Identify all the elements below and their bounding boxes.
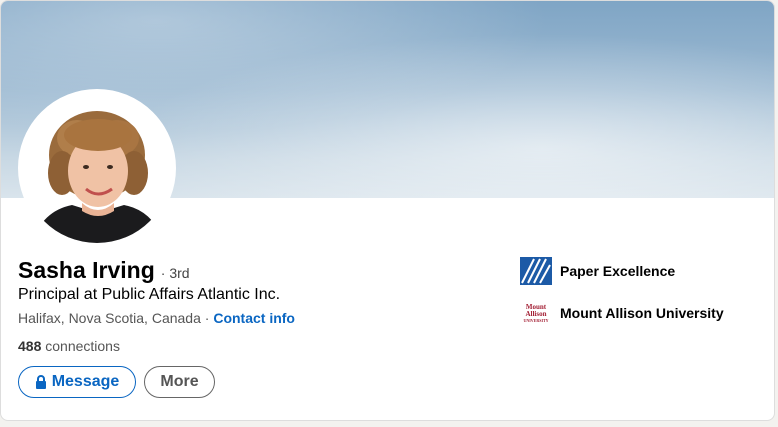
profile-card: Sasha Irving · 3rd Principal at Public A… (0, 0, 775, 421)
connections-label: connections (45, 338, 120, 354)
logo-text-line: UNIVERSITY (523, 317, 549, 323)
experience-name: Paper Excellence (560, 263, 676, 279)
name-row: Sasha Irving · 3rd (18, 257, 190, 284)
separator-dot: · (204, 310, 210, 326)
more-button[interactable]: More (144, 366, 215, 398)
message-label: Message (51, 373, 120, 390)
contact-info-link[interactable]: Contact info (213, 310, 295, 326)
profile-location: Halifax, Nova Scotia, Canada (18, 310, 201, 326)
mount-allison-logo-icon: Mount Allison UNIVERSITY (519, 299, 553, 327)
experience-item-mount-allison[interactable]: Mount Allison UNIVERSITY Mount Allison U… (519, 299, 724, 327)
connections-count[interactable]: 488 connections (18, 338, 120, 354)
profile-photo[interactable] (18, 89, 176, 247)
logo-text-line: Allison (525, 309, 547, 318)
lock-icon (35, 375, 47, 389)
more-label: More (160, 373, 199, 390)
message-button[interactable]: Message (18, 366, 136, 398)
experience-name: Mount Allison University (560, 305, 724, 321)
profile-name: Sasha Irving (18, 257, 155, 283)
location-row: Halifax, Nova Scotia, Canada · Contact i… (18, 310, 295, 326)
profile-headline: Principal at Public Affairs Atlantic Inc… (18, 286, 281, 303)
connection-degree: · 3rd (160, 265, 190, 281)
paper-excellence-logo-icon (519, 257, 553, 285)
experience-item-paper-excellence[interactable]: Paper Excellence (519, 257, 675, 285)
connections-number: 488 (18, 338, 42, 354)
